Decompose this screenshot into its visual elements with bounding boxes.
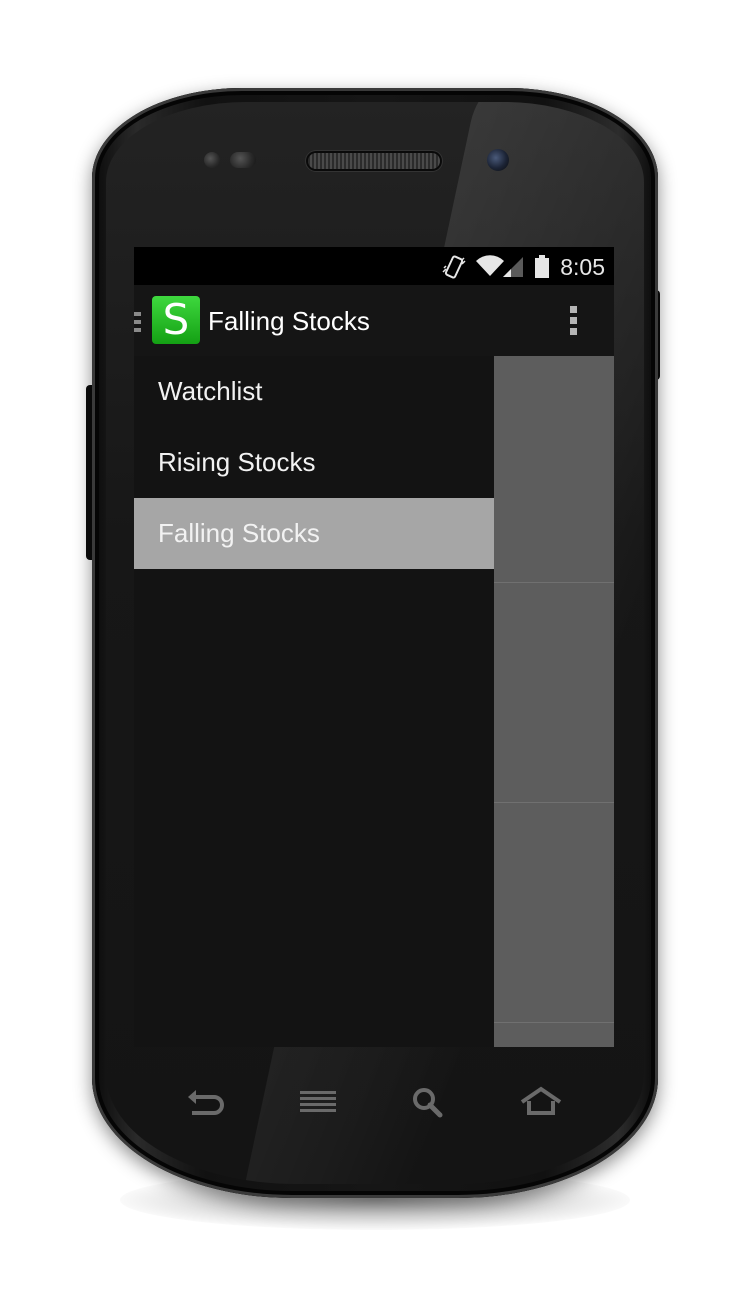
signal-icon — [503, 257, 523, 277]
drawer-item-label: Watchlist — [158, 376, 263, 406]
drawer-item-label: Falling Stocks — [158, 518, 320, 548]
battery-icon — [535, 255, 549, 278]
proximity-sensor — [204, 152, 220, 168]
drawer-item-falling-stocks[interactable]: Falling Stocks — [134, 498, 494, 569]
action-bar: S Falling Stocks — [134, 285, 614, 356]
app-icon[interactable]: S — [152, 296, 200, 344]
drawer-indicator-icon[interactable] — [134, 312, 141, 334]
action-bar-title[interactable]: Falling Stocks — [208, 305, 370, 337]
drawer-item-rising-stocks[interactable]: Rising Stocks — [134, 427, 494, 498]
device-stage: 8:05 S Falling Stocks ration Watchlist R… — [0, 0, 749, 1308]
status-bar: 8:05 — [134, 247, 614, 285]
vibrate-icon — [442, 255, 466, 279]
overflow-menu-icon[interactable] — [570, 306, 578, 336]
earpiece-speaker — [308, 153, 440, 169]
drawer-item-label: Rising Stocks — [158, 447, 316, 477]
home-icon[interactable] — [518, 1085, 564, 1119]
front-camera — [487, 149, 509, 171]
light-sensor — [230, 152, 256, 168]
status-time: 8:05 — [560, 254, 605, 280]
back-icon[interactable] — [186, 1085, 224, 1119]
screen: 8:05 S Falling Stocks ration Watchlist R… — [134, 247, 614, 1047]
navigation-drawer: Watchlist Rising Stocks Falling Stocks — [134, 356, 494, 1047]
drawer-item-watchlist[interactable]: Watchlist — [134, 356, 494, 427]
menu-icon[interactable] — [298, 1085, 338, 1119]
search-icon[interactable] — [410, 1085, 446, 1119]
